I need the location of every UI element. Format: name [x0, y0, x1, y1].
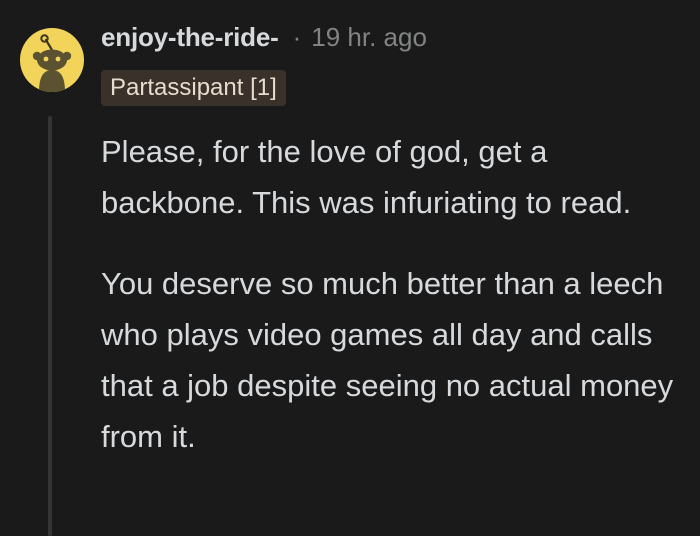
user-flair-badge: Partassipant [1] — [101, 70, 286, 106]
comment-paragraph: You deserve so much better than a leech … — [101, 266, 674, 454]
thread-collapse-line[interactable] — [48, 116, 52, 536]
user-avatar-icon[interactable] — [20, 28, 84, 92]
comment-paragraph: Please, for the love of god, get a backb… — [101, 134, 632, 220]
meta-separator: · — [292, 22, 302, 52]
timestamp[interactable]: 19 hr. ago — [311, 22, 427, 53]
comment: enjoy-the-ride- · 19 hr. ago Partassipan… — [0, 0, 700, 536]
comment-header: enjoy-the-ride- · 19 hr. ago — [101, 22, 427, 53]
username-link[interactable]: enjoy-the-ride- — [101, 22, 279, 53]
comment-body: Please, for the love of god, get a backb… — [101, 126, 691, 462]
